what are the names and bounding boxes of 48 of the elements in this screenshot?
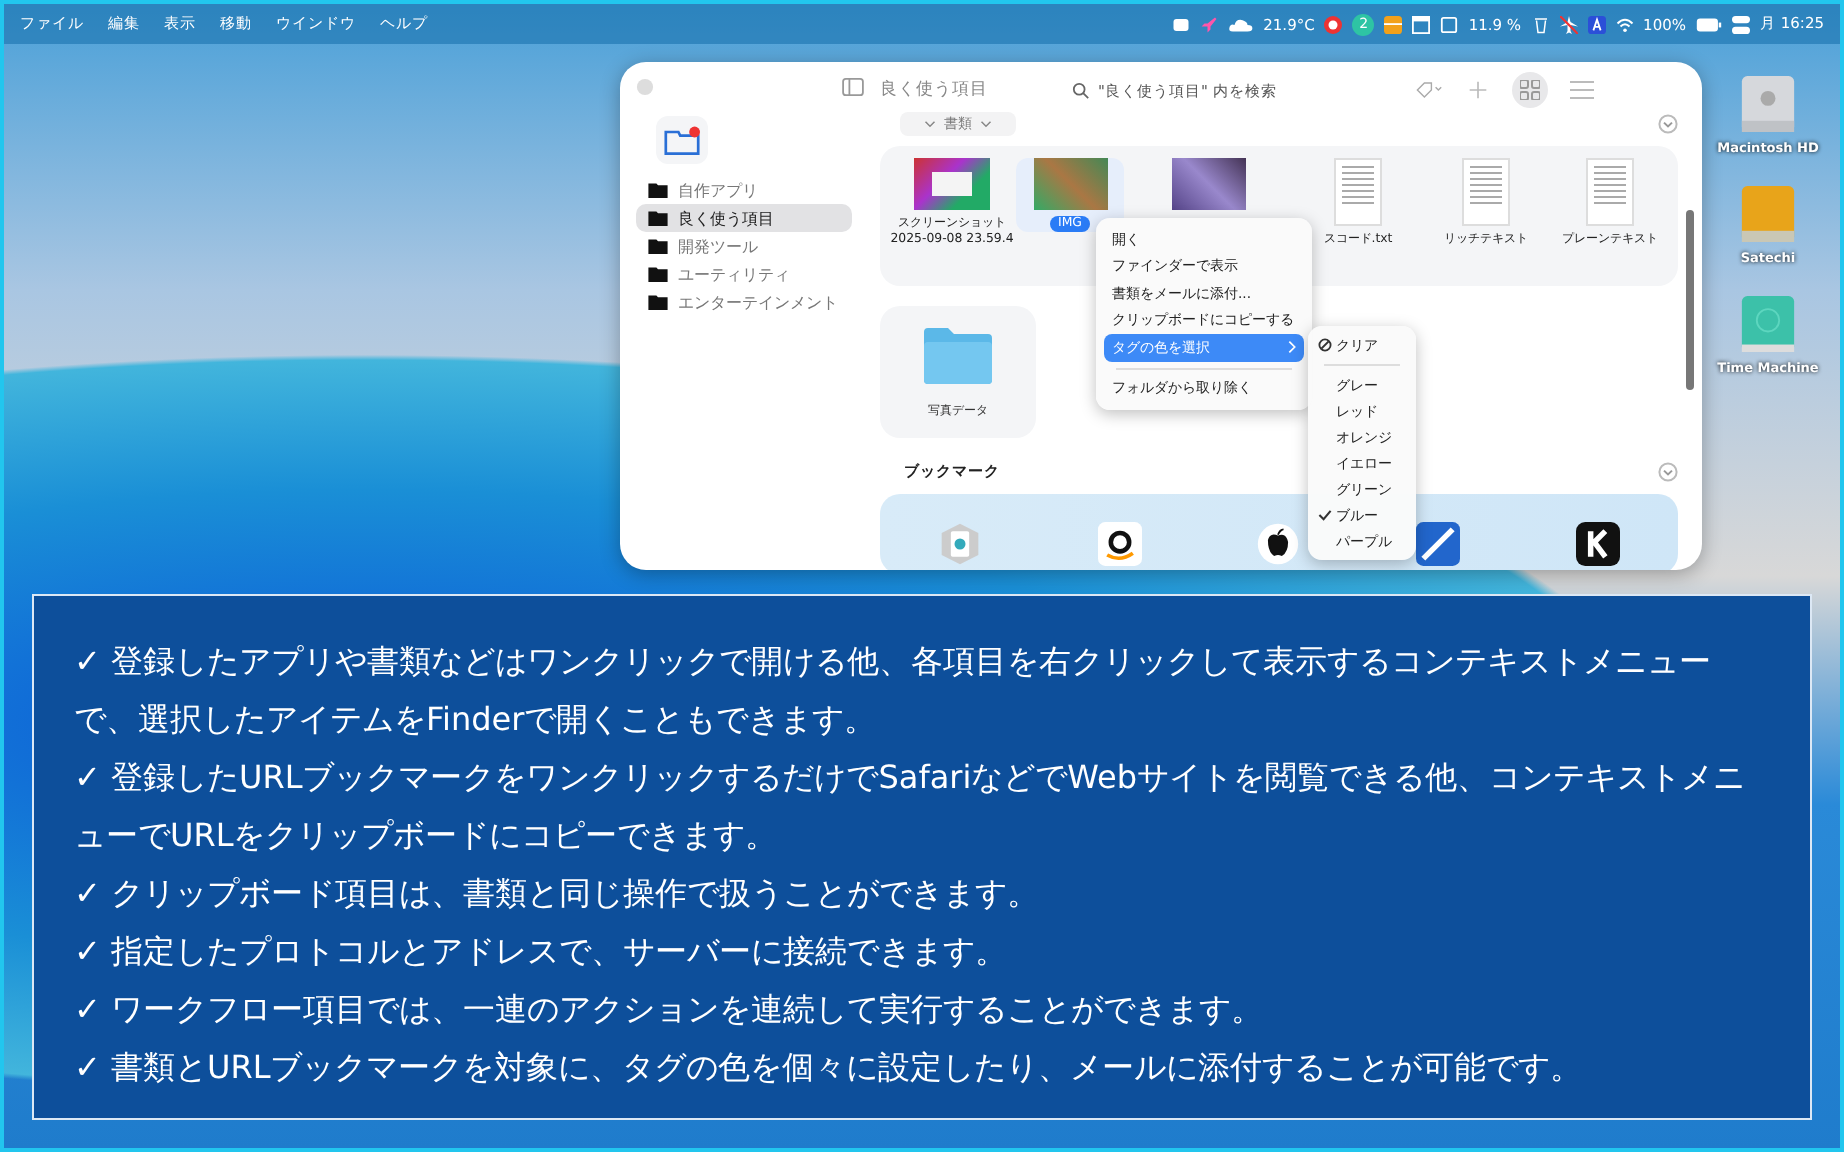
calendar-icon[interactable]	[1412, 15, 1431, 33]
apple-logo-icon[interactable]	[1256, 522, 1301, 566]
folder-icon	[664, 125, 700, 155]
scrollbar[interactable]	[1686, 210, 1694, 390]
chevron-down-icon	[980, 120, 992, 128]
tag-icon[interactable]	[1416, 80, 1444, 100]
note-text: ✓ 書類とURLブックマークを対象に、タグの色を個々に設定したり、メールに添付することが可能です。	[74, 1046, 1585, 1090]
document-thumbnail	[1462, 158, 1510, 226]
record-icon[interactable]	[1324, 15, 1343, 33]
switch-icon[interactable]	[1732, 15, 1750, 33]
photo-placeholder	[1033, 158, 1107, 210]
note-text: ✓ 登録したURLブックマークをワンクリックするだけでSafariなどでWebサイトを閲覧できる他、コンテキストメニューでURLをクリップボードにコピーできます。	[74, 756, 1748, 858]
note-text: ✓ 登録したアプリや書類などはワンクリックで開ける他、各項目を右クリックして表示するコンテキストメニューで、選択したアイテムをFinderで開くこともできます。	[74, 640, 1713, 742]
document-thumbnail	[1586, 158, 1634, 226]
box-icon[interactable]	[1384, 15, 1403, 33]
smile-logo-icon[interactable]	[1097, 522, 1142, 566]
chevron-circle-icon[interactable]	[1658, 114, 1678, 134]
note-text: ✓ クリップボード項目は、書類と同じ操作で扱うことができます。	[74, 872, 1041, 916]
document-thumbnail	[1334, 158, 1382, 226]
clear-icon	[1317, 338, 1331, 352]
checkmark-icon	[1317, 508, 1331, 522]
grid-view-button[interactable]	[1512, 72, 1548, 108]
sidebar-item[interactable]: ユーティリティ	[636, 260, 852, 288]
window-title: 良く使う項目	[880, 78, 990, 102]
sidebar-item[interactable]: 開発ツール	[636, 232, 852, 260]
note-text: ✓ ワークフロー項目では、一連のアクションを連続して実行することができます。	[74, 988, 1265, 1032]
note-text: ✓ 指定したプロトコルとアドレスで、サーバーに接続できます。	[74, 930, 1009, 974]
wifi-icon[interactable]	[1615, 15, 1634, 33]
sidebar-item[interactable]: エンターテインメント	[636, 288, 852, 316]
search-icon	[1072, 81, 1090, 99]
photo-placeholder	[1171, 158, 1245, 210]
sidebar-toggle-icon[interactable]	[842, 78, 864, 96]
keyboard-input-icon[interactable]	[1587, 15, 1606, 33]
sidebar-item[interactable]: 自作アプリ	[636, 176, 852, 204]
k-logo-icon[interactable]	[1576, 522, 1621, 566]
folder-badge-icon[interactable]	[656, 116, 708, 164]
folder-icon	[922, 325, 994, 385]
grid-icon	[1520, 80, 1540, 100]
sidebar-item[interactable]: 良く使う項目	[636, 204, 852, 232]
chevron-circle-icon[interactable]	[1658, 462, 1678, 482]
battery-icon[interactable]	[1696, 15, 1722, 33]
chevron-right-icon	[1288, 340, 1296, 355]
cloud-icon[interactable]	[1227, 15, 1254, 33]
trash-icon[interactable]	[1531, 15, 1550, 33]
airplane-icon[interactable]	[1559, 15, 1578, 33]
chevron-down-icon	[924, 120, 936, 128]
screenshot-thumbnail	[914, 158, 990, 210]
display-icon[interactable]	[1171, 15, 1190, 33]
